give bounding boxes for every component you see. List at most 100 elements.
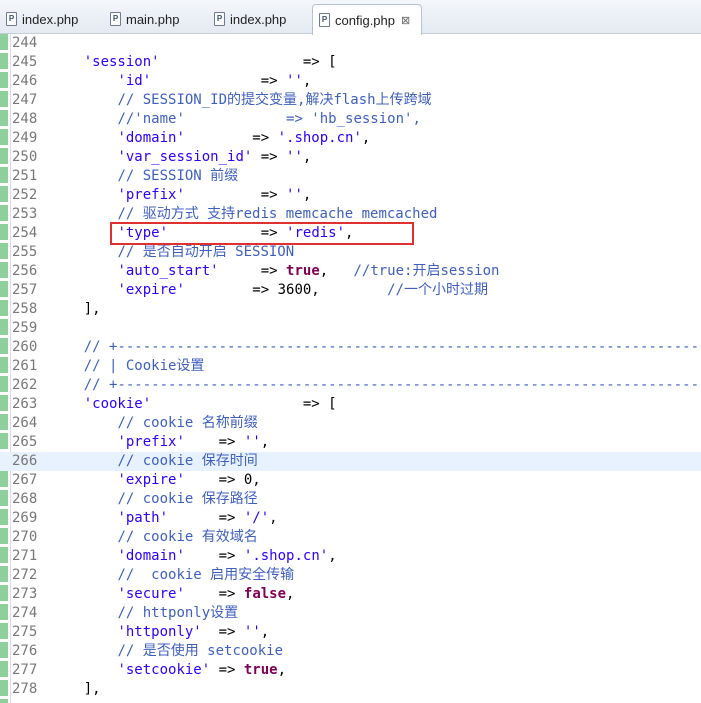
string-token: 'id' (117, 73, 152, 89)
string-token: 'auto_start' (117, 263, 219, 279)
operator-token: => 0, (184, 472, 261, 488)
code-line[interactable]: 247 // SESSION_ID的提交变量,解决flash上传跨域 (0, 91, 701, 110)
tab-config-php[interactable]: P config.php ⊠ (312, 4, 422, 35)
code-line[interactable]: 269 'path' => '/', (0, 509, 701, 528)
php-file-icon: P (110, 12, 121, 26)
string-token: '' (243, 434, 261, 450)
keyword-token: false (243, 586, 287, 602)
line-number: 269 (12, 510, 38, 526)
string-token: 'type' (117, 225, 169, 241)
string-token: 'var_session_id' (117, 149, 253, 165)
tab-index-php-2[interactable]: P index.php (208, 4, 308, 34)
code-line[interactable]: 277 'setcookie' => true, (0, 661, 701, 680)
operator-token: => (184, 548, 244, 564)
line-number: 249 (12, 130, 38, 146)
line-number: 276 (12, 643, 38, 659)
code-text: 'var_session_id' => '', (50, 148, 311, 167)
code-line[interactable]: 271 'domain' => '.shop.cn', (0, 547, 701, 566)
code-line[interactable]: 259 (0, 319, 701, 338)
php-file-icon: P (6, 12, 17, 26)
string-token: '' (286, 149, 303, 165)
operator-token: => (252, 149, 287, 165)
code-line[interactable]: 276 // 是否使用 setcookie (0, 642, 701, 661)
code-line[interactable]: 275 'httponly' => '', (0, 623, 701, 642)
operator-token: , (302, 149, 312, 165)
code-line[interactable]: 264 // cookie 名称前缀 (0, 414, 701, 433)
code-line[interactable]: 265 'prefix' => '', (0, 433, 701, 452)
comment-token: // | Cookie设置 (83, 358, 205, 374)
line-number: 258 (12, 301, 38, 317)
comment-token: // +------------------------------------… (83, 339, 701, 355)
code-line[interactable]: 250 'var_session_id' => '', (0, 148, 701, 167)
operator-token: => (201, 624, 244, 640)
code-line[interactable]: 252 'prefix' => '', (0, 186, 701, 205)
code-line[interactable]: 273 'secure' => false, (0, 585, 701, 604)
operator-token: , (277, 662, 287, 678)
code-line[interactable]: 262 // +--------------------------------… (0, 376, 701, 395)
code-line[interactable]: 278 ], (0, 680, 701, 699)
code-line[interactable]: 253 // 驱动方式 支持redis memcache memcached (0, 205, 701, 224)
string-token: 'expire' (117, 472, 185, 488)
code-line[interactable]: 266 // cookie 保存时间 (0, 452, 701, 471)
line-number: 278 (12, 681, 38, 697)
tab-index-php-1[interactable]: P index.php (0, 4, 100, 34)
comment-token: // cookie 保存路径 (117, 491, 258, 507)
comment-token: // 驱动方式 支持redis memcache memcached (117, 206, 438, 222)
php-file-icon: P (319, 13, 330, 27)
operator-token: , (269, 510, 278, 526)
tab-label: main.php (126, 11, 180, 27)
code-line[interactable]: 261 // | Cookie设置 (0, 357, 701, 376)
code-text: // 驱动方式 支持redis memcache memcached (50, 205, 437, 224)
code-line[interactable]: 260 // +--------------------------------… (0, 338, 701, 357)
tab-label: index.php (230, 11, 287, 27)
operator-token: ], (83, 301, 101, 317)
close-tab-icon[interactable]: ⊠ (401, 14, 410, 27)
code-text: ], (50, 680, 101, 699)
code-line[interactable]: 272 // cookie 启用安全传输 (0, 566, 701, 585)
comment-token: // SESSION_ID的提交变量,解决flash上传跨域 (117, 92, 432, 108)
code-line[interactable]: 263 'cookie' => [ (0, 395, 701, 414)
line-number: 270 (12, 529, 38, 545)
code-editor[interactable]: 244 245 'session' => [246 'id' => '', 247 … (0, 34, 701, 703)
code-text: 'type' => 'redis', (50, 224, 353, 243)
code-line[interactable]: 251 // SESSION 前缀 (0, 167, 701, 186)
code-line[interactable]: 254 'type' => 'redis', (0, 224, 701, 243)
code-line[interactable]: 274 // httponly设置 (0, 604, 701, 623)
code-line[interactable]: 244 (0, 34, 701, 53)
operator-token: , (260, 624, 270, 640)
comment-token: // httponly设置 (117, 605, 239, 621)
line-number: 250 (12, 149, 38, 165)
string-token: 'cookie' (83, 396, 152, 412)
code-text: // cookie 保存时间 (50, 452, 257, 471)
code-text: 'domain' => '.shop.cn', (50, 547, 337, 566)
code-line[interactable]: 248 //'name' => 'hb_session', (0, 110, 701, 129)
string-token: 'httponly' (117, 624, 202, 640)
comment-token: //一个小时过期 (387, 282, 489, 298)
line-number: 264 (12, 415, 38, 431)
comment-token: // cookie 有效域名 (117, 529, 258, 545)
code-line[interactable]: 256 'auto_start' => true, //true:开启sessi… (0, 262, 701, 281)
keyword-token: true (286, 263, 320, 279)
string-token: '.shop.cn' (277, 130, 362, 146)
code-line[interactable]: 268 // cookie 保存路径 (0, 490, 701, 509)
operator-token: => [ (151, 396, 337, 412)
code-text: 'httponly' => '', (50, 623, 269, 642)
code-text: 'domain' => '.shop.cn', (50, 129, 370, 148)
code-line[interactable]: 255 // 是否自动开启 SESSION (0, 243, 701, 262)
code-text: // | Cookie设置 (50, 357, 205, 376)
code-line[interactable]: 246 'id' => '', (0, 72, 701, 91)
code-text: // +------------------------------------… (50, 376, 701, 395)
code-line[interactable]: 257 'expire' => 3600, //一个小时过期 (0, 281, 701, 300)
string-token: '.shop.cn' (243, 548, 329, 564)
string-token: 'domain' (117, 548, 185, 564)
line-number: 247 (12, 92, 38, 108)
code-line[interactable]: 249 'domain' => '.shop.cn', (0, 129, 701, 148)
string-token: 'expire' (117, 282, 185, 298)
code-line[interactable]: 267 'expire' => 0, (0, 471, 701, 490)
code-text: ], (50, 300, 101, 319)
code-line[interactable]: 258 ], (0, 300, 701, 319)
code-line[interactable]: 270 // cookie 有效域名 (0, 528, 701, 547)
operator-token: , (328, 548, 337, 564)
code-line[interactable]: 245 'session' => [ (0, 53, 701, 72)
tab-main-php[interactable]: P main.php (104, 4, 204, 34)
